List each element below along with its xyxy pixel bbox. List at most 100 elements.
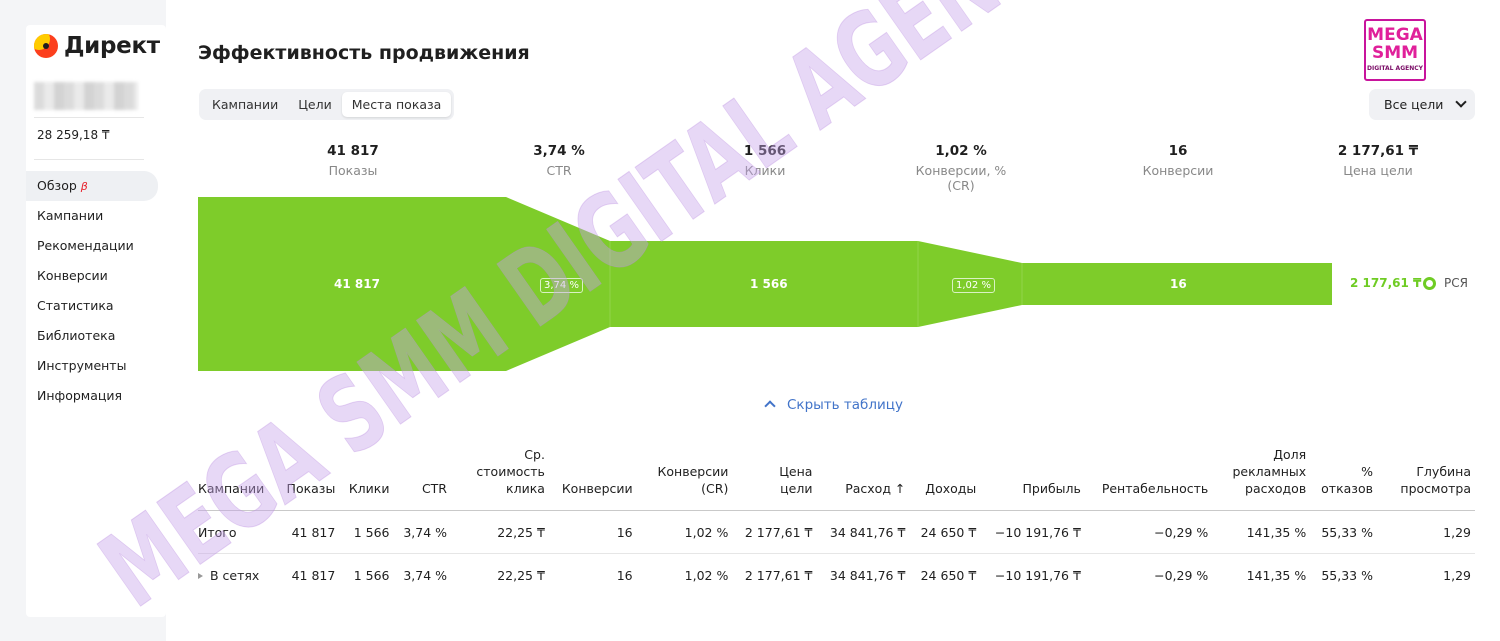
expand-caret-icon[interactable] bbox=[198, 573, 203, 580]
table-cell: 1 566 bbox=[353, 524, 390, 540]
sidebar-item-overview[interactable]: Обзор β bbox=[26, 171, 158, 201]
tab-goals[interactable]: Цели bbox=[288, 92, 342, 117]
table-cell: 1,02 % bbox=[684, 567, 729, 583]
col-clicks[interactable]: Клики bbox=[339, 446, 393, 511]
col-ctr[interactable]: CTR bbox=[393, 446, 451, 511]
table-cell: 41 817 bbox=[291, 567, 336, 583]
col-spend[interactable]: Расход ↑ bbox=[816, 446, 909, 511]
col-profitability[interactable]: Рентабельность bbox=[1085, 446, 1212, 511]
tab-campaigns[interactable]: Кампании bbox=[202, 92, 288, 117]
chevron-up-icon bbox=[764, 400, 776, 412]
funnel-label-ctr: 3,74 % bbox=[540, 278, 583, 293]
brand-logo-line1: MEGA bbox=[1367, 25, 1423, 45]
table-cell: 141,35 % bbox=[1246, 524, 1307, 540]
col-goal-price[interactable]: Цена цели bbox=[732, 446, 816, 511]
brand-logo: MEGA SMM DIGITAL AGENCY bbox=[1364, 19, 1426, 81]
metric-label: CTR bbox=[546, 163, 572, 178]
legend-ring-icon bbox=[1423, 276, 1436, 290]
sidebar-item-statistics[interactable]: Статистика bbox=[26, 291, 158, 321]
metric-label: Клики bbox=[744, 163, 786, 178]
col-depth[interactable]: Глубина просмотра bbox=[1377, 446, 1475, 511]
table-cell: 41 817 bbox=[291, 524, 336, 540]
legend-label: РСЯ bbox=[1444, 276, 1468, 290]
account-balance: 28 259,18 ₸ bbox=[37, 128, 110, 142]
table-row-networks[interactable]: В сетях 41 817 1 566 3,74 % 22,25 ₸ 16 1… bbox=[198, 554, 1475, 597]
divider bbox=[34, 159, 144, 160]
sidebar-item-label: Обзор bbox=[37, 178, 77, 193]
table-cell: 34 841,76 ₸ bbox=[829, 524, 906, 540]
table-cell: 3,74 % bbox=[403, 524, 447, 540]
sidebar-item-campaigns[interactable]: Кампании bbox=[26, 201, 158, 231]
metric-ctr: 3,74 % CTR bbox=[499, 143, 619, 178]
table-cell: 16 bbox=[616, 567, 633, 583]
row-label: В сетях bbox=[210, 567, 260, 583]
divider bbox=[34, 117, 144, 118]
col-profit[interactable]: Прибыль bbox=[980, 446, 1085, 511]
col-campaigns[interactable]: Кампании bbox=[198, 446, 276, 511]
metric-label: Конверсии bbox=[1142, 163, 1214, 178]
sidebar-item-tools[interactable]: Инструменты bbox=[26, 351, 158, 381]
funnel-label-cr: 1,02 % bbox=[952, 278, 995, 293]
table-cell: 24 650 ₸ bbox=[920, 524, 977, 540]
metric-label: Цена цели bbox=[1343, 163, 1413, 178]
sidebar-item-recommendations[interactable]: Рекомендации bbox=[26, 231, 158, 261]
view-tabs: Кампании Цели Места показа bbox=[199, 89, 455, 120]
metric-conversions: 16 Конверсии bbox=[1118, 143, 1238, 178]
metric-label: Показы bbox=[328, 163, 378, 178]
table-cell: −0,29 % bbox=[1154, 524, 1209, 540]
direct-logo[interactable]: Директ bbox=[34, 33, 160, 59]
sidebar-item-conversions[interactable]: Конверсии bbox=[26, 261, 158, 291]
table-cell: Итого bbox=[198, 524, 237, 540]
metric-value: 16 bbox=[1168, 143, 1188, 159]
col-avg-cpc-label: Ср. стоимость клика bbox=[476, 447, 545, 496]
hide-table-label: Скрыть таблицу bbox=[787, 397, 903, 413]
goals-dropdown[interactable]: Все цели bbox=[1369, 89, 1475, 120]
table-cell: 34 841,76 ₸ bbox=[829, 567, 906, 583]
metric-clicks: 1 566 Клики bbox=[705, 143, 825, 178]
col-income[interactable]: Доходы bbox=[909, 446, 980, 511]
col-bounce[interactable]: % отказов bbox=[1310, 446, 1377, 511]
col-depth-label: Глубина просмотра bbox=[1400, 464, 1471, 496]
table-cell: 2 177,61 ₸ bbox=[744, 567, 813, 583]
table-row-total: Итого 41 817 1 566 3,74 % 22,25 ₸ 16 1,0… bbox=[198, 511, 1475, 554]
metric-value: 1 566 bbox=[743, 143, 787, 159]
sidebar-nav: Обзор β Кампании Рекомендации Конверсии С… bbox=[26, 171, 158, 411]
col-avg-cpc[interactable]: Ср. стоимость клика bbox=[451, 446, 549, 511]
tab-placements[interactable]: Места показа bbox=[341, 92, 452, 117]
table-cell: −0,29 % bbox=[1154, 567, 1209, 583]
sidebar-item-library[interactable]: Библиотека bbox=[26, 321, 158, 351]
table-cell: −10 191,76 ₸ bbox=[994, 524, 1081, 540]
table-cell: −10 191,76 ₸ bbox=[994, 567, 1081, 583]
metric-value: 1,02 % bbox=[935, 143, 987, 159]
chevron-down-icon bbox=[1455, 96, 1467, 108]
funnel-legend[interactable]: РСЯ bbox=[1423, 276, 1468, 290]
brand-logo-line2: SMM bbox=[1371, 43, 1419, 63]
brand-logo-line3: DIGITAL AGENCY bbox=[1367, 65, 1423, 72]
col-goal-price-label: Цена цели bbox=[779, 464, 813, 496]
goals-dropdown-label: Все цели bbox=[1384, 97, 1444, 112]
table-header-row: Кампании Показы Клики CTR Ср. стоимость … bbox=[198, 446, 1475, 511]
table-cell: 16 bbox=[616, 524, 633, 540]
col-ad-share[interactable]: Доля рекламных расходов bbox=[1212, 446, 1310, 511]
sidebar-item-info[interactable]: Информация bbox=[26, 381, 158, 411]
col-impressions[interactable]: Показы bbox=[276, 446, 339, 511]
col-cr[interactable]: Конверсии (CR) bbox=[637, 446, 733, 511]
hide-table-link[interactable]: Скрыть таблицу bbox=[764, 397, 903, 413]
table-cell: 1,29 bbox=[1443, 524, 1471, 540]
account-name-blurred[interactable] bbox=[34, 82, 138, 110]
table-cell: 1 566 bbox=[353, 567, 390, 583]
table-cell: 141,35 % bbox=[1246, 567, 1307, 583]
table-cell: 22,25 ₸ bbox=[497, 524, 545, 540]
metric-value: 2 177,61 ₸ bbox=[1337, 143, 1419, 159]
metric-goal-price: 2 177,61 ₸ Цена цели bbox=[1318, 143, 1438, 178]
yandex-logo-icon bbox=[34, 34, 58, 58]
metric-value: 41 817 bbox=[327, 143, 379, 159]
table-cell: 3,74 % bbox=[403, 567, 447, 583]
col-cr-label: Конверсии (CR) bbox=[657, 464, 729, 496]
table-cell: 55,33 % bbox=[1321, 524, 1373, 540]
col-conversions[interactable]: Конверсии bbox=[549, 446, 637, 511]
page-title: Эффективность продвижения bbox=[198, 42, 530, 64]
metric-label: Конверсии, % (CR) bbox=[915, 163, 1007, 193]
table-cell-expandable[interactable]: В сетях bbox=[198, 554, 276, 597]
funnel-label-conversions: 16 bbox=[1170, 277, 1187, 291]
